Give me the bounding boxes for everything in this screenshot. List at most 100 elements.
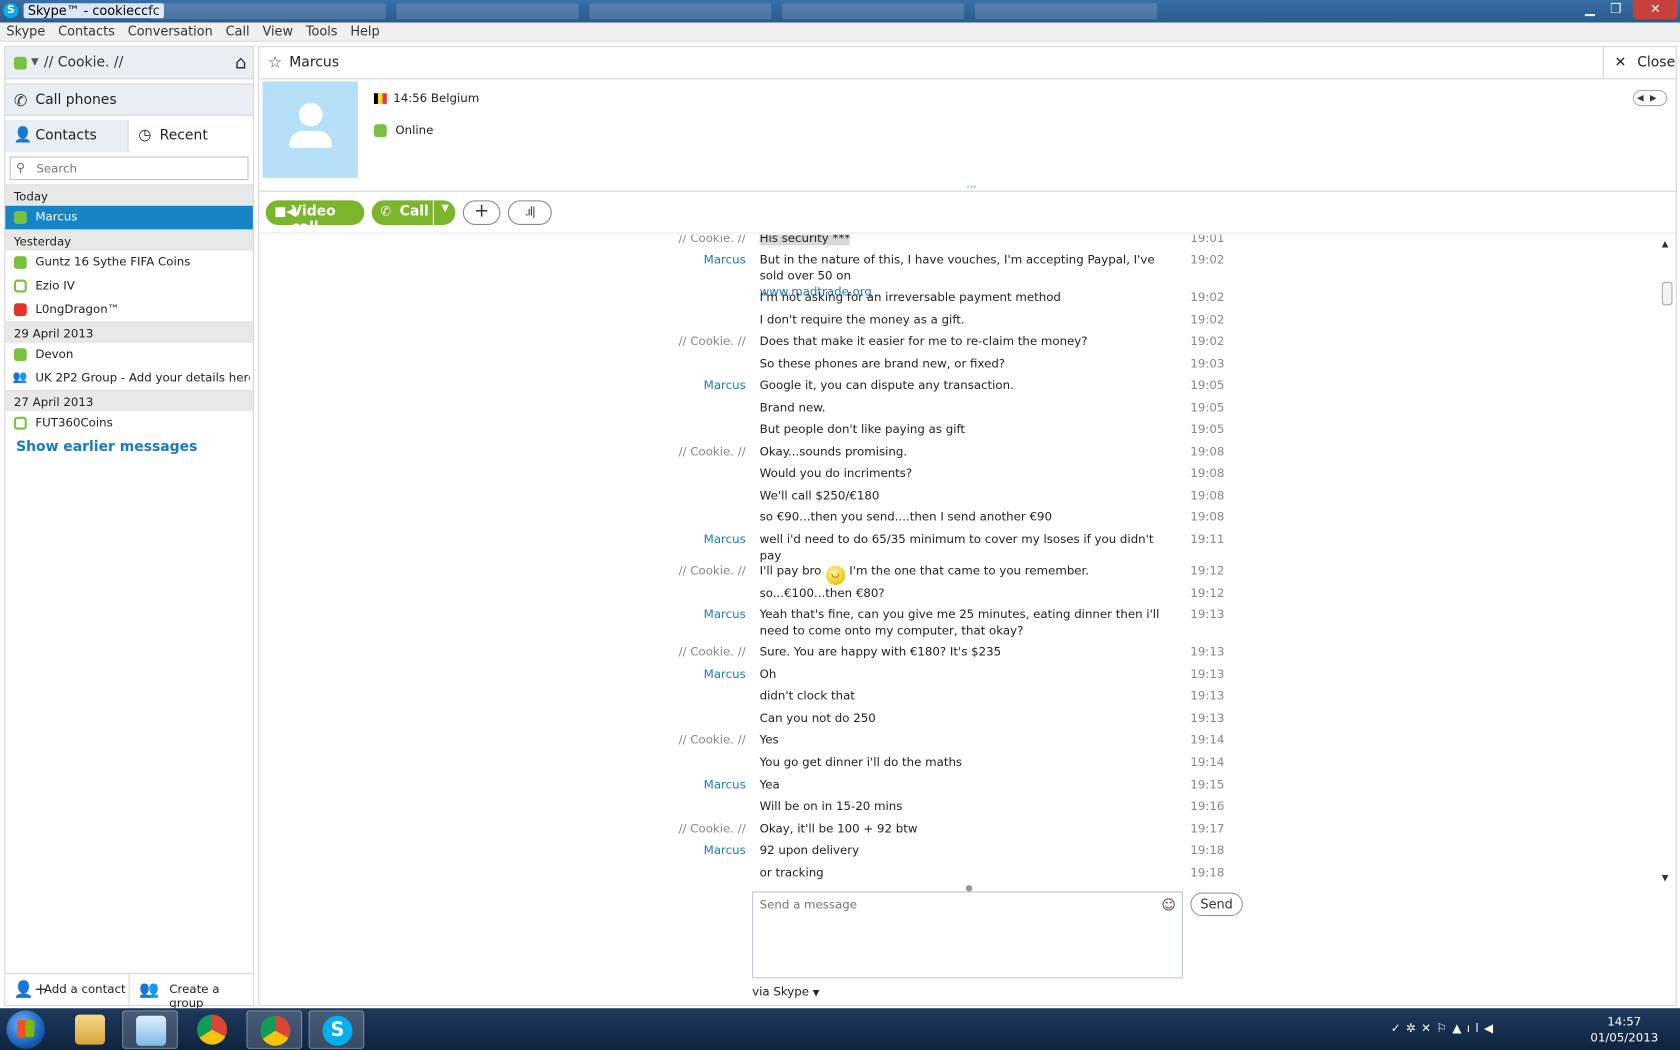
add-contact-button[interactable]: 👤+ Add a contact [5,973,130,1007]
list-item[interactable]: Devon [5,343,253,367]
contact-name: Ezio IV [35,278,75,293]
call-quality-button[interactable]: .ıl| [507,200,552,226]
message-sender[interactable]: Marcus [606,842,746,858]
taskbar-chrome[interactable] [184,1010,240,1049]
skype-icon: S [322,1015,353,1046]
list-item[interactable]: 👥 UK 2P2 Group - Add your details here -… [5,366,253,390]
add-contact-label: Add a contact [43,982,126,997]
call-phones-label: Call phones [35,92,117,109]
scroll-up-icon[interactable]: ▲ [1662,239,1669,249]
send-button[interactable]: Send [1190,892,1243,917]
conversation-scrollbar[interactable]: ▲ ▼ [1658,234,1675,886]
avatar-head-shape [298,102,323,127]
menu-help[interactable]: Help [344,23,386,39]
system-tray-icons[interactable]: ✓✲✕⚐▲ıl◀ [1391,1021,1499,1035]
message-body: I'll pay bro [759,563,822,578]
taskbar-chrome-2[interactable] [246,1010,303,1049]
message-sender[interactable]: // Cookie. // [606,644,746,660]
message-sender[interactable]: // Cookie. // [606,333,746,349]
message-timestamp: 19:13 [1190,688,1225,703]
scrollbar-thumb[interactable] [1661,281,1673,306]
search-input[interactable] [36,159,241,177]
message-sender[interactable]: Marcus [606,531,746,547]
maximize-button[interactable]: ❐ [1603,0,1629,19]
message-timestamp: 19:18 [1190,843,1225,858]
message-sender[interactable]: // Cookie. // [606,821,746,837]
message-body: Sure. You are happy with €180? It's $235 [759,645,1002,659]
windows-taskbar: S ✓✲✕⚐▲ıl◀ 14:57 01/05/2013 [0,1008,1680,1050]
online-status-icon[interactable] [13,56,27,70]
message-body: Yeah that's fine, can you give me 25 min… [759,607,1160,638]
message-sender[interactable]: // Cookie. // [606,563,746,579]
online-status-icon [373,124,387,138]
message-timestamp: 19:15 [1190,777,1225,792]
taskbar-clock[interactable]: 14:57 01/05/2013 [1590,1014,1659,1046]
tab-recent-label: Recent [159,127,208,144]
call-phones-button[interactable]: ✆ Call phones [5,83,253,116]
group-header: Yesterday [5,229,253,251]
create-group-button[interactable]: 👥 Create a group [131,974,253,1010]
menu-call[interactable]: Call [219,23,256,39]
taskbar-notepad[interactable] [122,1010,178,1049]
profile-bar[interactable]: ▼ // Cookie. // ⌂ [5,47,253,80]
avatar[interactable] [262,81,358,178]
tab-contacts[interactable]: 👤 Contacts [5,120,129,153]
add-button[interactable]: + [462,200,501,226]
group-header: Today [5,184,253,206]
via-label: via Skype [752,984,809,999]
menu-skype[interactable]: Skype [0,23,52,39]
list-item[interactable]: FUT360Coins [5,411,253,435]
list-item[interactable]: Guntz 16 Sythe FIFA Coins [5,251,253,275]
profile-nav-arrows[interactable]: ◀▶ [1632,90,1668,107]
phone-icon: ✆ [380,203,392,219]
message-body: But people don't like paying as gift [759,422,966,437]
star-icon[interactable]: ☆ [268,53,282,72]
button-separator [432,200,434,226]
menu-contacts[interactable]: Contacts [52,23,122,39]
minimize-button[interactable]: ▁ [1577,0,1603,19]
conversation-header: ☆ Marcus ✕ Close [259,47,1676,80]
menu-conversation[interactable]: Conversation [121,23,219,39]
window-close-button[interactable]: ✕ [1632,0,1678,20]
message-sender[interactable]: Marcus [606,377,746,393]
menu-tools[interactable]: Tools [299,23,344,39]
call-button[interactable]: ✆ Call ▼ [371,200,456,226]
online-status-icon [13,256,27,269]
phone-icon: ✆ [13,91,28,111]
chevron-down-icon[interactable]: ▼ [31,57,38,68]
message-input[interactable] [753,892,1182,978]
menu-view[interactable]: View [256,23,299,39]
message-body: well i'd need to do 65/35 minimum to cov… [759,532,1154,563]
add-person-icon: 👤+ [13,979,48,999]
smiley-emoticon-icon: ◡ [825,565,845,586]
list-item[interactable]: L0ngDragon™ [5,298,253,322]
video-call-button[interactable]: ■◀ Video call [265,200,365,236]
message-sender[interactable]: Marcus [606,666,746,682]
search-box: ⚲ [9,156,249,181]
message-sender[interactable]: // Cookie. // [606,235,746,247]
message-body: Would you do incriments? [759,466,913,481]
message-sender[interactable]: // Cookie. // [606,444,746,460]
taskbar-explorer[interactable] [62,1010,118,1049]
chevron-down-icon[interactable]: ▼ [442,204,449,215]
group-header: 29 April 2013 [5,321,253,343]
message-history[interactable]: // Cookie. // His security *** 19:01 Marcus… [259,234,1675,885]
via-selector[interactable]: via Skype ▼ [752,985,819,999]
list-item[interactable]: Ezio IV [5,274,253,298]
message-sender[interactable]: Marcus [606,777,746,793]
message-sender[interactable]: // Cookie. // [606,732,746,748]
home-icon[interactable]: ⌂ [235,53,247,74]
message-sender[interactable]: Marcus [606,252,746,268]
close-conversation-button[interactable]: ✕ Close [1602,47,1676,79]
start-button[interactable] [6,1010,46,1049]
emoticon-icon[interactable]: ☺ [1161,898,1176,914]
scroll-down-icon[interactable]: ▼ [1662,873,1669,883]
message-sender[interactable]: Marcus [606,606,746,622]
show-earlier-messages-link[interactable]: Show earlier messages [5,435,253,460]
create-group-label: Create a group [169,982,220,1011]
contact-name: Marcus [35,210,78,224]
list-item[interactable]: Marcus [5,205,253,230]
taskbar-skype[interactable]: S [308,1010,365,1049]
profile-name[interactable]: // Cookie. // [44,55,123,71]
tab-recent[interactable]: ◷ Recent [129,120,253,153]
